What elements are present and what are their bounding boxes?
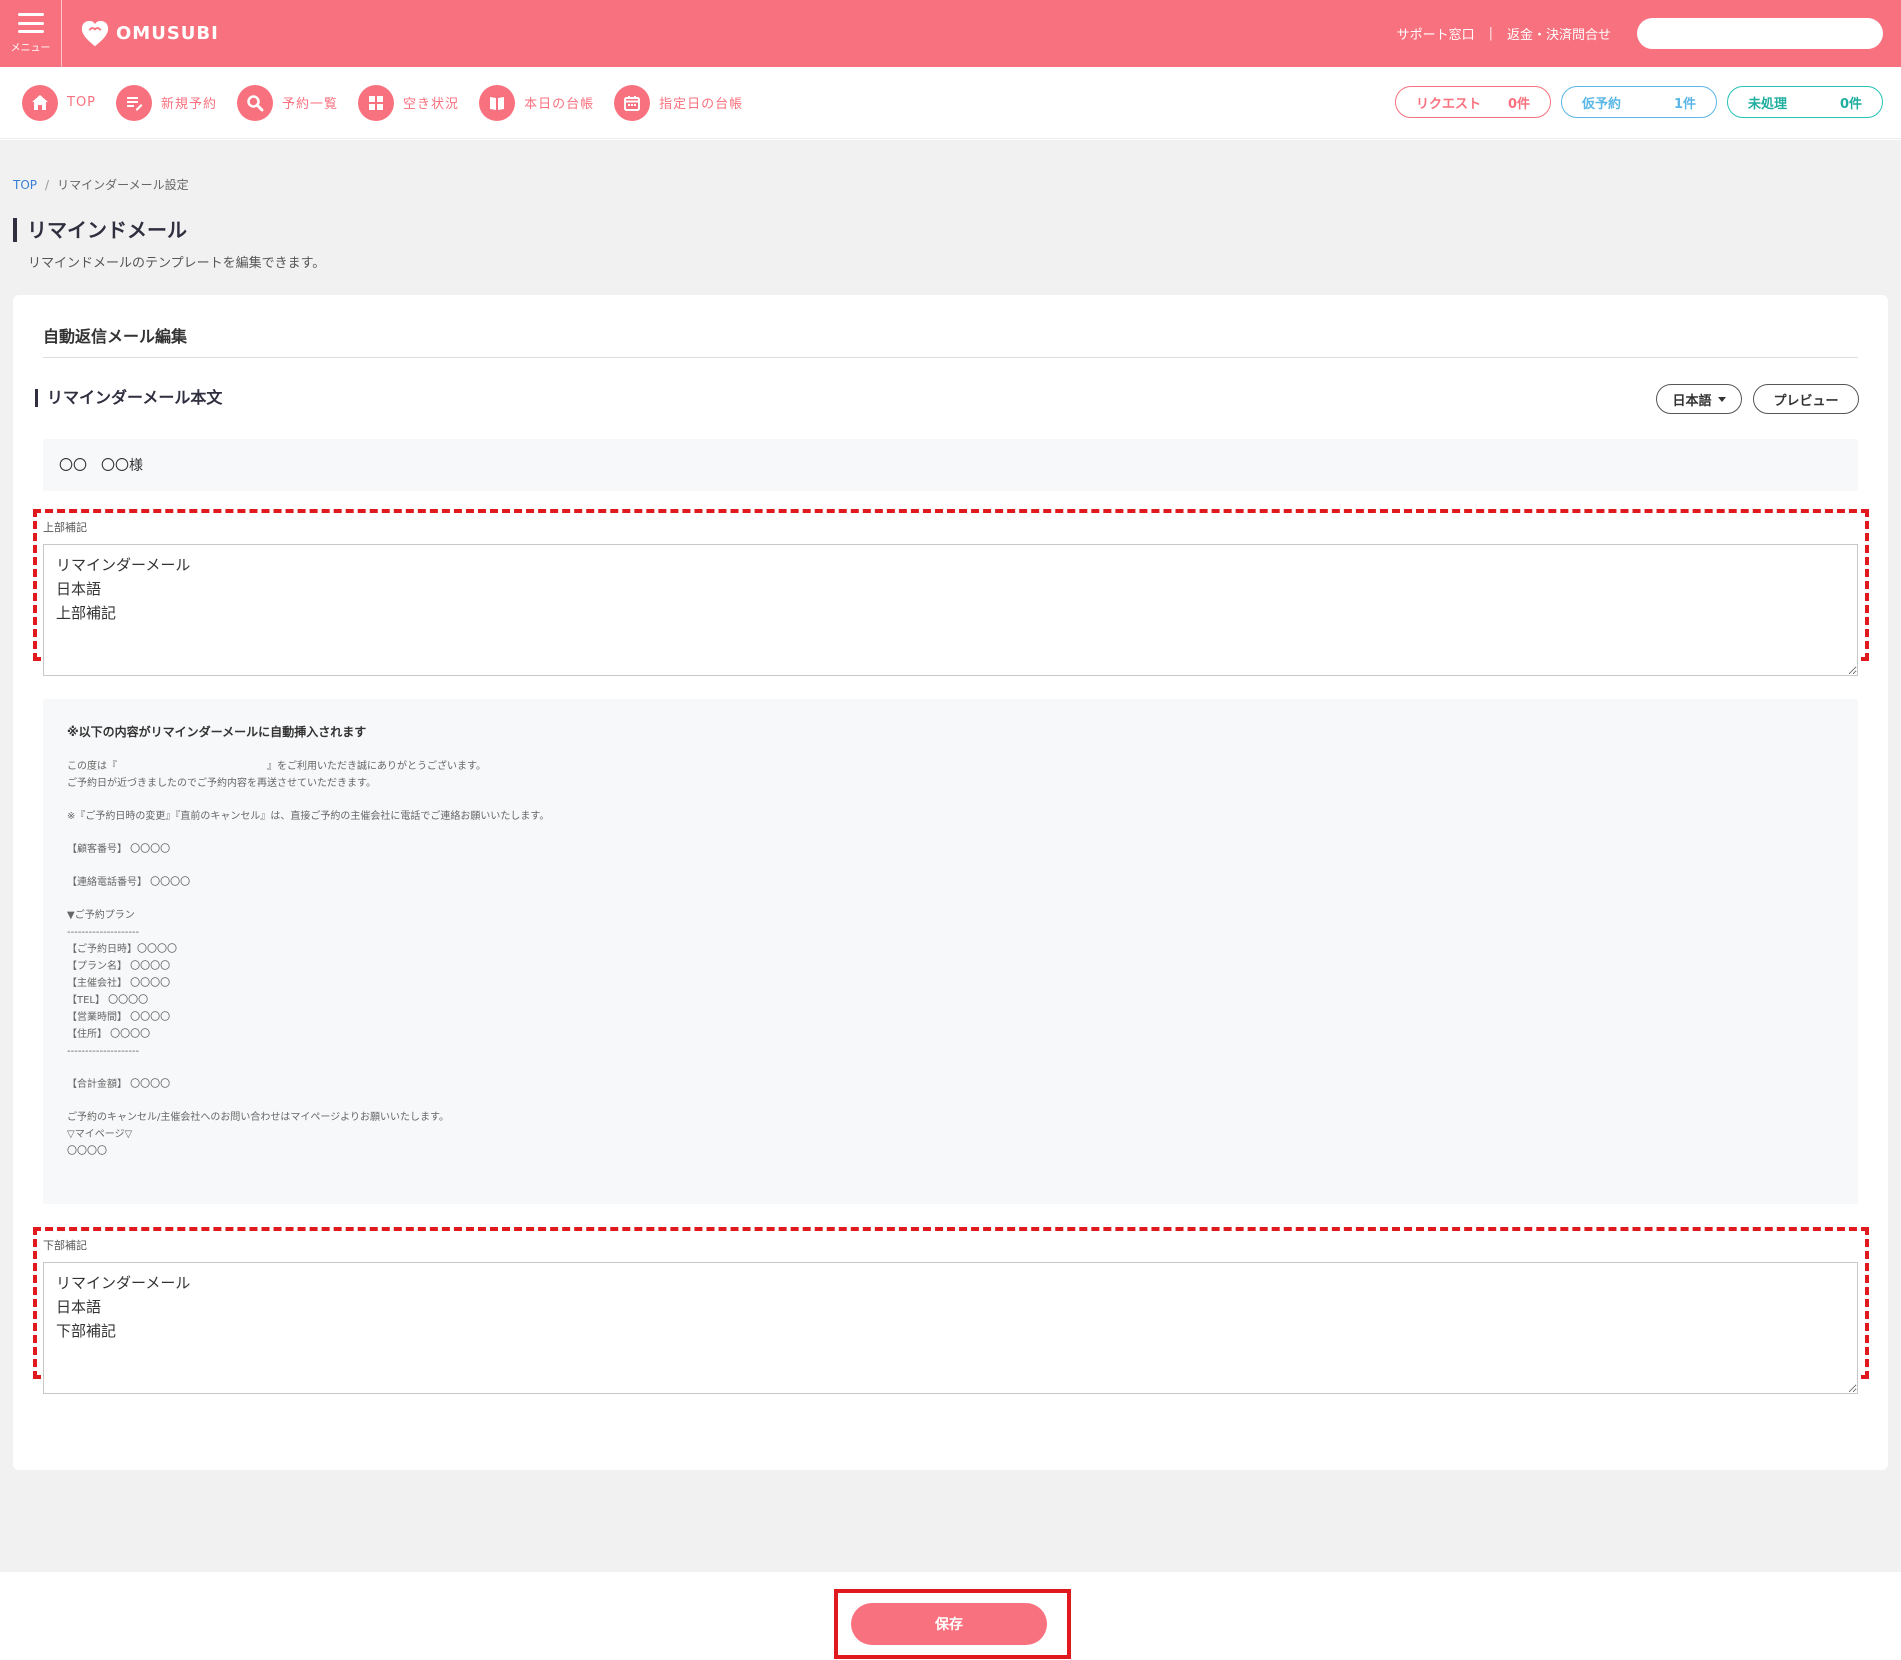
auto-insert-gap (67, 891, 1834, 907)
auto-insert-gap (67, 825, 1834, 841)
heart-logo-icon (81, 20, 109, 46)
page-title: リマインドメール (13, 218, 187, 242)
auto-insert-line: ご予約日が近づきましたのでご予約内容を再送させていただきます。 (67, 778, 376, 789)
auto-insert-line: 【連絡電話番号】 〇〇〇〇 (67, 877, 191, 888)
unprocessed-count-button[interactable]: 未処理 0件 (1727, 86, 1883, 118)
auto-insert-line: ※『ご予約日時の変更』『直前のキャンセル』は、直接ご予約の主催会社に電話でご連絡… (67, 811, 550, 822)
nav-label: 指定日の台帳 (659, 97, 744, 112)
menu-label: メニュー (10, 43, 51, 54)
auto-insert-body: この度は『 』をご利用いただき誠にありがとうございます。 ご予約日が近づきましたの… (67, 758, 1834, 1160)
menu-button[interactable]: メニュー (0, 0, 62, 67)
pill-label: 仮予約 (1582, 96, 1622, 112)
auto-insert-line: 【住所】 〇〇〇〇 (67, 1029, 151, 1040)
auto-insert-heading: ※以下の内容がリマインダーメールに自動挿入されます (67, 725, 367, 739)
save-button[interactable]: 保存 (851, 1603, 1047, 1645)
customer-name-display: 〇〇 〇〇様 (43, 439, 1858, 491)
auto-insert-line: -------------------- (67, 1046, 140, 1057)
calendar-icon (614, 84, 651, 121)
pill-count: 1件 (1673, 96, 1696, 112)
breadcrumb: TOP / リマインダーメール設定 (13, 176, 189, 193)
auto-insert-line: 【TEL】 〇〇〇〇 (67, 995, 149, 1006)
pill-count: 0件 (1839, 96, 1862, 112)
link-separator: | (1488, 26, 1493, 41)
auto-insert-line: この度は『 』をご利用いただき誠にありがとうございます。 (67, 761, 486, 772)
refund-inquiry-link[interactable]: 返金・決済問合せ (1507, 24, 1611, 43)
home-icon (22, 84, 58, 121)
grid-icon (358, 84, 395, 121)
request-count-button[interactable]: リクエスト 0件 (1395, 86, 1551, 118)
auto-insert-line: ▽マイページ▽ (67, 1129, 133, 1140)
nav-item-reservation-list[interactable]: 予約一覧 (237, 84, 339, 121)
lower-note-label: 下部補記 (43, 1239, 87, 1252)
nav-item-today-ledger[interactable]: 本日の台帳 (479, 84, 595, 121)
language-dropdown-button[interactable]: 日本語 (1656, 384, 1742, 414)
tentative-reservation-count-button[interactable]: 仮予約 1件 (1561, 86, 1717, 118)
auto-insert-line: 【プラン名】 〇〇〇〇 (67, 961, 171, 972)
nav-item-availability[interactable]: 空き状況 (358, 84, 460, 121)
hamburger-icon (17, 13, 44, 33)
auto-insert-gap (67, 858, 1834, 874)
auto-insert-line: ▼ご予約プラン (67, 910, 135, 921)
nav-label: 新規予約 (161, 97, 218, 112)
new-reservation-icon (116, 84, 153, 121)
auto-insert-gap (67, 792, 1834, 808)
breadcrumb-current: リマインダーメール設定 (57, 178, 189, 192)
pill-label: リクエスト (1416, 96, 1482, 112)
auto-insert-line: ご予約のキャンセル/主催会社へのお問い合わせはマイページよりお願いいたします。 (67, 1112, 449, 1123)
auto-insert-line: 〇〇〇〇 (67, 1146, 107, 1157)
preview-button[interactable]: プレビュー (1753, 384, 1859, 414)
auto-insert-line: 【ご予約日時】〇〇〇〇 (67, 944, 177, 955)
nav-item-top[interactable]: TOP (22, 84, 97, 121)
lower-note-textarea[interactable]: リマインダーメール 日本語 下部補記 (43, 1262, 1858, 1394)
breadcrumb-top-link[interactable]: TOP (13, 178, 37, 192)
caret-down-icon (1717, 396, 1726, 402)
top-header: メニュー OMUSUBI サポート窓口 | 返金・決済問合せ (0, 0, 1901, 67)
auto-insert-line: -------------------- (67, 927, 140, 938)
auto-insert-line: 【顧客番号】 〇〇〇〇 (67, 844, 171, 855)
nav-bar: TOP 新規予約 予約一覧 空き状況 本日の台帳 指定日の台帳 リクエスト 0件 (0, 67, 1901, 139)
search-icon (237, 84, 274, 121)
auto-insert-line: 【主催会社】 〇〇〇〇 (67, 978, 171, 989)
page-subtitle: リマインドメールのテンプレートを編集できます。 (28, 256, 326, 271)
auto-insert-gap (67, 1060, 1834, 1076)
upper-note-label: 上部補記 (43, 521, 87, 534)
book-icon (479, 84, 516, 121)
section-title: リマインダーメール本文 (35, 389, 222, 407)
upper-note-textarea[interactable]: リマインダーメール 日本語 上部補記 (43, 544, 1858, 676)
divider (43, 357, 1858, 358)
email-edit-card: 自動返信メール編集 リマインダーメール本文 日本語 プレビュー 〇〇 〇〇様 上… (13, 295, 1888, 1470)
nav-label: 空き状況 (403, 97, 460, 112)
auto-insert-line: 【合計金額】 〇〇〇〇 (67, 1079, 171, 1090)
nav-label: TOP (67, 95, 97, 110)
language-label: 日本語 (1672, 393, 1712, 409)
nav-item-date-ledger[interactable]: 指定日の台帳 (614, 84, 744, 121)
pill-count: 0件 (1507, 96, 1530, 112)
logo-text: OMUSUBI (116, 23, 219, 44)
nav-label: 本日の台帳 (524, 97, 595, 112)
breadcrumb-separator: / (45, 178, 50, 192)
nav-item-new-reservation[interactable]: 新規予約 (116, 84, 218, 121)
auto-insert-preview: ※以下の内容がリマインダーメールに自動挿入されます この度は『 』をご利用いただ… (43, 699, 1858, 1204)
nav-label: 予約一覧 (282, 97, 339, 112)
card-title: 自動返信メール編集 (43, 327, 188, 346)
auto-insert-line: 【営業時間】 〇〇〇〇 (67, 1012, 171, 1023)
header-search-input[interactable] (1637, 18, 1883, 49)
auto-insert-gap (67, 1093, 1834, 1109)
pill-label: 未処理 (1748, 96, 1788, 112)
logo[interactable]: OMUSUBI (80, 19, 219, 49)
support-link[interactable]: サポート窓口 (1397, 24, 1475, 43)
